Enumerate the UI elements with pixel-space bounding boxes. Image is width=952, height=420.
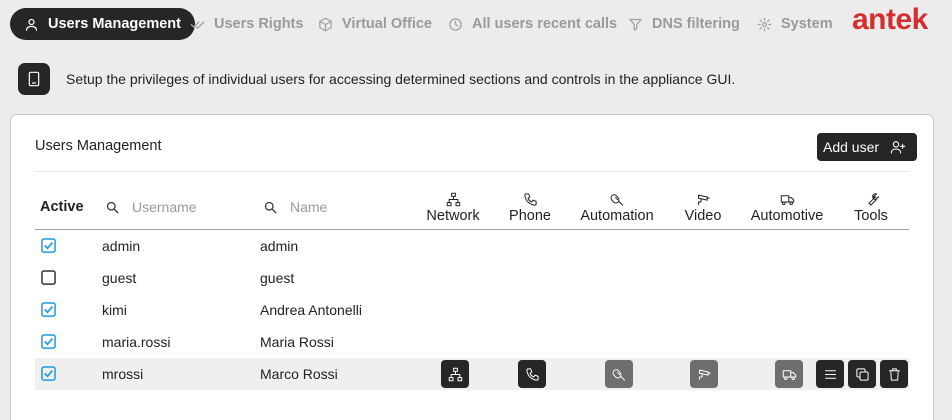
- active-checkbox[interactable]: [41, 366, 56, 381]
- table-row: guest guest: [35, 262, 909, 294]
- filter-icon: [629, 18, 642, 31]
- column-label: Phone: [509, 208, 551, 224]
- active-checkbox[interactable]: [41, 302, 56, 317]
- info-banner: Setup the privileges of individual users…: [18, 63, 735, 95]
- menu-icon: [824, 369, 836, 379]
- automation-icon: [610, 194, 623, 206]
- truck-icon: [780, 195, 794, 205]
- info-text: Setup the privileges of individual users…: [66, 71, 736, 87]
- table-row: kimi Andrea Antonelli: [35, 294, 909, 326]
- table-row[interactable]: mrossi Marco Rossi: [35, 358, 909, 390]
- column-network: Network: [425, 192, 481, 224]
- name-cell: Marco Rossi: [260, 366, 338, 382]
- tab-label: Users Management: [48, 16, 181, 32]
- username-search[interactable]: Username: [105, 199, 197, 215]
- active-checkbox[interactable]: [41, 238, 56, 253]
- column-label: Video: [684, 208, 722, 224]
- tab-label: System: [781, 16, 833, 32]
- name-cell: Andrea Antonelli: [260, 302, 362, 318]
- tab-system[interactable]: System: [757, 8, 833, 40]
- automotive-rights-button[interactable]: [775, 360, 803, 388]
- trash-icon: [888, 367, 900, 381]
- gear-icon: [757, 17, 772, 31]
- column-label: Tools: [854, 208, 888, 224]
- cctv-icon: [698, 369, 711, 380]
- table-row: maria.rossi Maria Rossi: [35, 326, 909, 358]
- automation-rights-button[interactable]: [605, 360, 633, 388]
- duplicate-button[interactable]: [848, 360, 876, 388]
- username-search-placeholder: Username: [132, 199, 197, 215]
- column-automation: Automation: [577, 192, 657, 224]
- name-cell: Maria Rossi: [260, 334, 334, 350]
- checkbox-checked-icon: [41, 238, 56, 253]
- checkbox-empty-icon: [41, 270, 56, 285]
- menu-button[interactable]: [816, 360, 844, 388]
- info-icon-box: [18, 63, 50, 95]
- network-rights-button[interactable]: [441, 360, 469, 388]
- name-cell: admin: [260, 238, 299, 254]
- name-search-placeholder: Name: [290, 199, 328, 215]
- name-search[interactable]: Name: [263, 199, 327, 215]
- column-label: Automotive: [750, 208, 824, 224]
- user-plus-icon: [890, 141, 906, 154]
- cube-icon: [319, 17, 332, 31]
- wrench-icon: [868, 193, 879, 206]
- top-nav: Users Management Users Rights Virtual Of…: [0, 0, 952, 48]
- active-checkbox[interactable]: [41, 270, 56, 285]
- username-cell: mrossi: [102, 366, 144, 382]
- clock-icon: [449, 17, 462, 31]
- checkbox-checked-icon: [41, 302, 56, 317]
- truck-icon: [782, 369, 796, 380]
- checkbox-checked-icon: [41, 334, 56, 349]
- tab-dns-filtering[interactable]: DNS filtering: [628, 8, 740, 40]
- network-icon: [448, 367, 462, 381]
- tab-virtual-office[interactable]: Virtual Office: [318, 8, 432, 40]
- antek-logo: antek: [852, 3, 928, 36]
- users-card: Users Management Add user Active Usernam…: [10, 114, 934, 420]
- tab-users-management[interactable]: Users Management: [10, 8, 195, 40]
- username-cell: guest: [102, 270, 137, 286]
- phone-rights-button[interactable]: [518, 360, 546, 388]
- checkbox-checked-icon: [41, 366, 56, 381]
- checks-icon: [190, 20, 205, 29]
- active-column-header: Active: [40, 199, 84, 215]
- username-cell: maria.rossi: [102, 334, 171, 350]
- tab-label: Users Rights: [214, 16, 304, 32]
- add-user-button[interactable]: Add user: [817, 133, 918, 161]
- tab-label: Virtual Office: [342, 16, 432, 32]
- cctv-icon: [697, 194, 710, 205]
- network-icon: [446, 192, 460, 207]
- tab-label: All users recent calls: [472, 16, 618, 32]
- card-title: Users Management: [35, 138, 162, 154]
- column-label: Automation: [580, 208, 654, 224]
- name-cell: guest: [260, 270, 295, 286]
- divider: [35, 171, 909, 172]
- copy-icon: [855, 367, 869, 381]
- column-video: Video: [681, 192, 725, 224]
- phone-icon: [523, 193, 537, 206]
- add-user-label: Add user: [823, 139, 880, 155]
- phone-icon: [525, 367, 539, 381]
- delete-button[interactable]: [880, 360, 908, 388]
- column-label: Network: [426, 208, 480, 224]
- search-icon: [264, 201, 277, 214]
- video-rights-button[interactable]: [690, 360, 718, 388]
- tab-label: DNS filtering: [652, 16, 740, 32]
- username-cell: kimi: [102, 302, 127, 318]
- column-tools: Tools: [849, 192, 893, 224]
- username-cell: admin: [102, 238, 141, 254]
- active-checkbox[interactable]: [41, 334, 56, 349]
- column-phone: Phone: [507, 192, 553, 224]
- automation-icon: [612, 368, 625, 381]
- search-icon: [106, 201, 119, 214]
- tab-all-users-recent-calls[interactable]: All users recent calls: [448, 8, 617, 40]
- tab-users-rights[interactable]: Users Rights: [190, 8, 303, 40]
- tablet-icon: [28, 71, 40, 87]
- table-row: admin admin: [35, 230, 909, 262]
- user-icon: [25, 18, 38, 31]
- column-automotive: Automotive: [747, 192, 827, 224]
